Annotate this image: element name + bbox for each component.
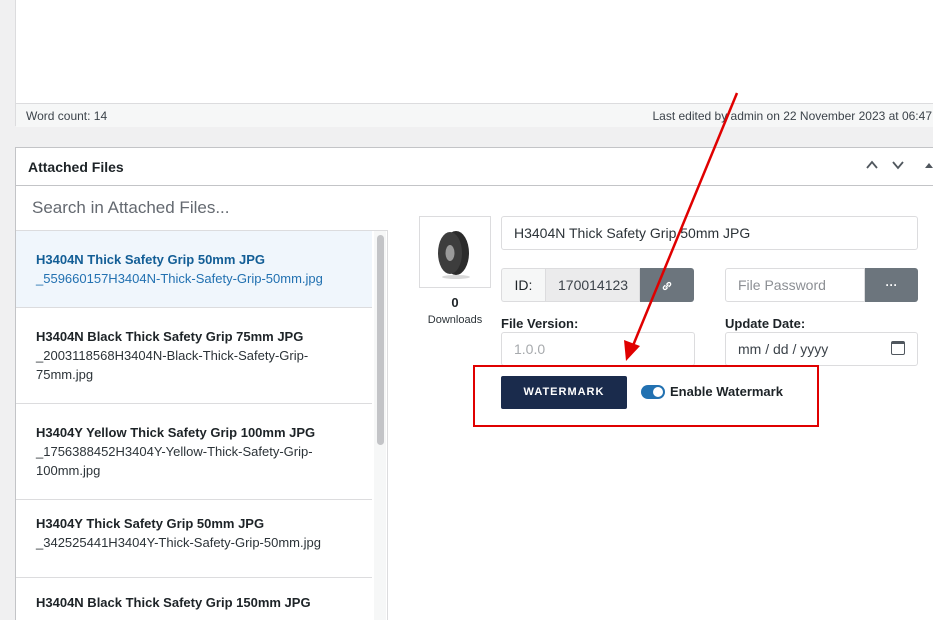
file-filename: _2003118568H3404N-Black-Thick-Safety-Gri…	[36, 348, 309, 382]
downloads-label: Downloads	[427, 314, 483, 326]
file-title: H3404N Black Thick Safety Grip 150mm JPG	[36, 595, 311, 610]
editor-status-bar: Word count: 14 Last edited by admin on 2…	[16, 104, 933, 127]
list-item[interactable]: H3404N Black Thick Safety Grip 150mm JPG	[16, 578, 372, 620]
file-filename: _1756388452H3404Y-Yellow-Thick-Safety-Gr…	[36, 444, 313, 478]
file-password-input[interactable]	[725, 268, 865, 302]
calendar-icon[interactable]	[891, 341, 905, 355]
chevron-down-icon[interactable]	[887, 156, 909, 178]
list-item[interactable]: H3404Y Thick Safety Grip 50mm JPG _34252…	[16, 500, 372, 578]
word-count: Word count: 14	[26, 109, 108, 123]
date-label: Update Date:	[725, 316, 806, 331]
list-item[interactable]: H3404N Thick Safety Grip 50mm JPG _55966…	[16, 231, 372, 308]
tape-roll-icon	[438, 231, 470, 279]
list-item[interactable]: H3404Y Yellow Thick Safety Grip 100mm JP…	[16, 404, 372, 500]
list-item[interactable]: H3404N Black Thick Safety Grip 75mm JPG …	[16, 308, 372, 404]
files-column: H3404N Thick Safety Grip 50mm JPG _55966…	[16, 186, 388, 620]
file-filename: _342525441H3404Y-Thick-Safety-Grip-50mm.…	[36, 535, 321, 550]
collapse-toggle-icon[interactable]	[918, 156, 933, 178]
file-filename: _559660157H3404N-Thick-Safety-Grip-50mm.…	[36, 271, 323, 286]
editor-content-area[interactable]	[16, 0, 933, 104]
file-title: H3404N Thick Safety Grip 50mm JPG	[36, 252, 266, 267]
chevron-up-icon[interactable]	[861, 156, 883, 178]
panel-header: Attached Files	[16, 148, 933, 186]
file-thumbnail	[419, 216, 491, 288]
scrollbar[interactable]	[374, 231, 386, 620]
search-input[interactable]	[16, 186, 388, 231]
file-list: H3404N Thick Safety Grip 50mm JPG _55966…	[16, 231, 372, 620]
copy-link-button[interactable]	[640, 268, 694, 302]
annotation-highlight-box	[473, 365, 819, 427]
downloads-count: 0	[451, 295, 459, 310]
file-title: H3404Y Yellow Thick Safety Grip 100mm JP…	[36, 425, 316, 440]
date-placeholder: mm / dd / yyyy	[738, 341, 829, 357]
link-icon	[662, 281, 672, 290]
file-version-input[interactable]: 1.0.0	[501, 332, 695, 366]
id-label: ID:	[501, 268, 545, 302]
update-date-input[interactable]: mm / dd / yyyy	[725, 332, 918, 366]
password-group: ···	[725, 268, 918, 302]
panel-title: Attached Files	[28, 159, 124, 175]
scrollbar-thumb[interactable]	[377, 235, 384, 445]
editor-box: Word count: 14 Last edited by admin on 2…	[15, 0, 933, 127]
file-title-input[interactable]: H3404N Thick Safety Grip 50mm JPG	[501, 216, 918, 250]
version-label: File Version:	[501, 316, 579, 331]
id-group: ID: 170014123	[501, 268, 694, 302]
file-title: H3404N Black Thick Safety Grip 75mm JPG	[36, 329, 304, 344]
generate-password-button[interactable]: ···	[865, 268, 918, 302]
id-value: 170014123	[545, 268, 640, 302]
file-title: H3404Y Thick Safety Grip 50mm JPG	[36, 516, 265, 531]
last-edited: Last edited by admin on 22 November 2023…	[652, 109, 932, 123]
